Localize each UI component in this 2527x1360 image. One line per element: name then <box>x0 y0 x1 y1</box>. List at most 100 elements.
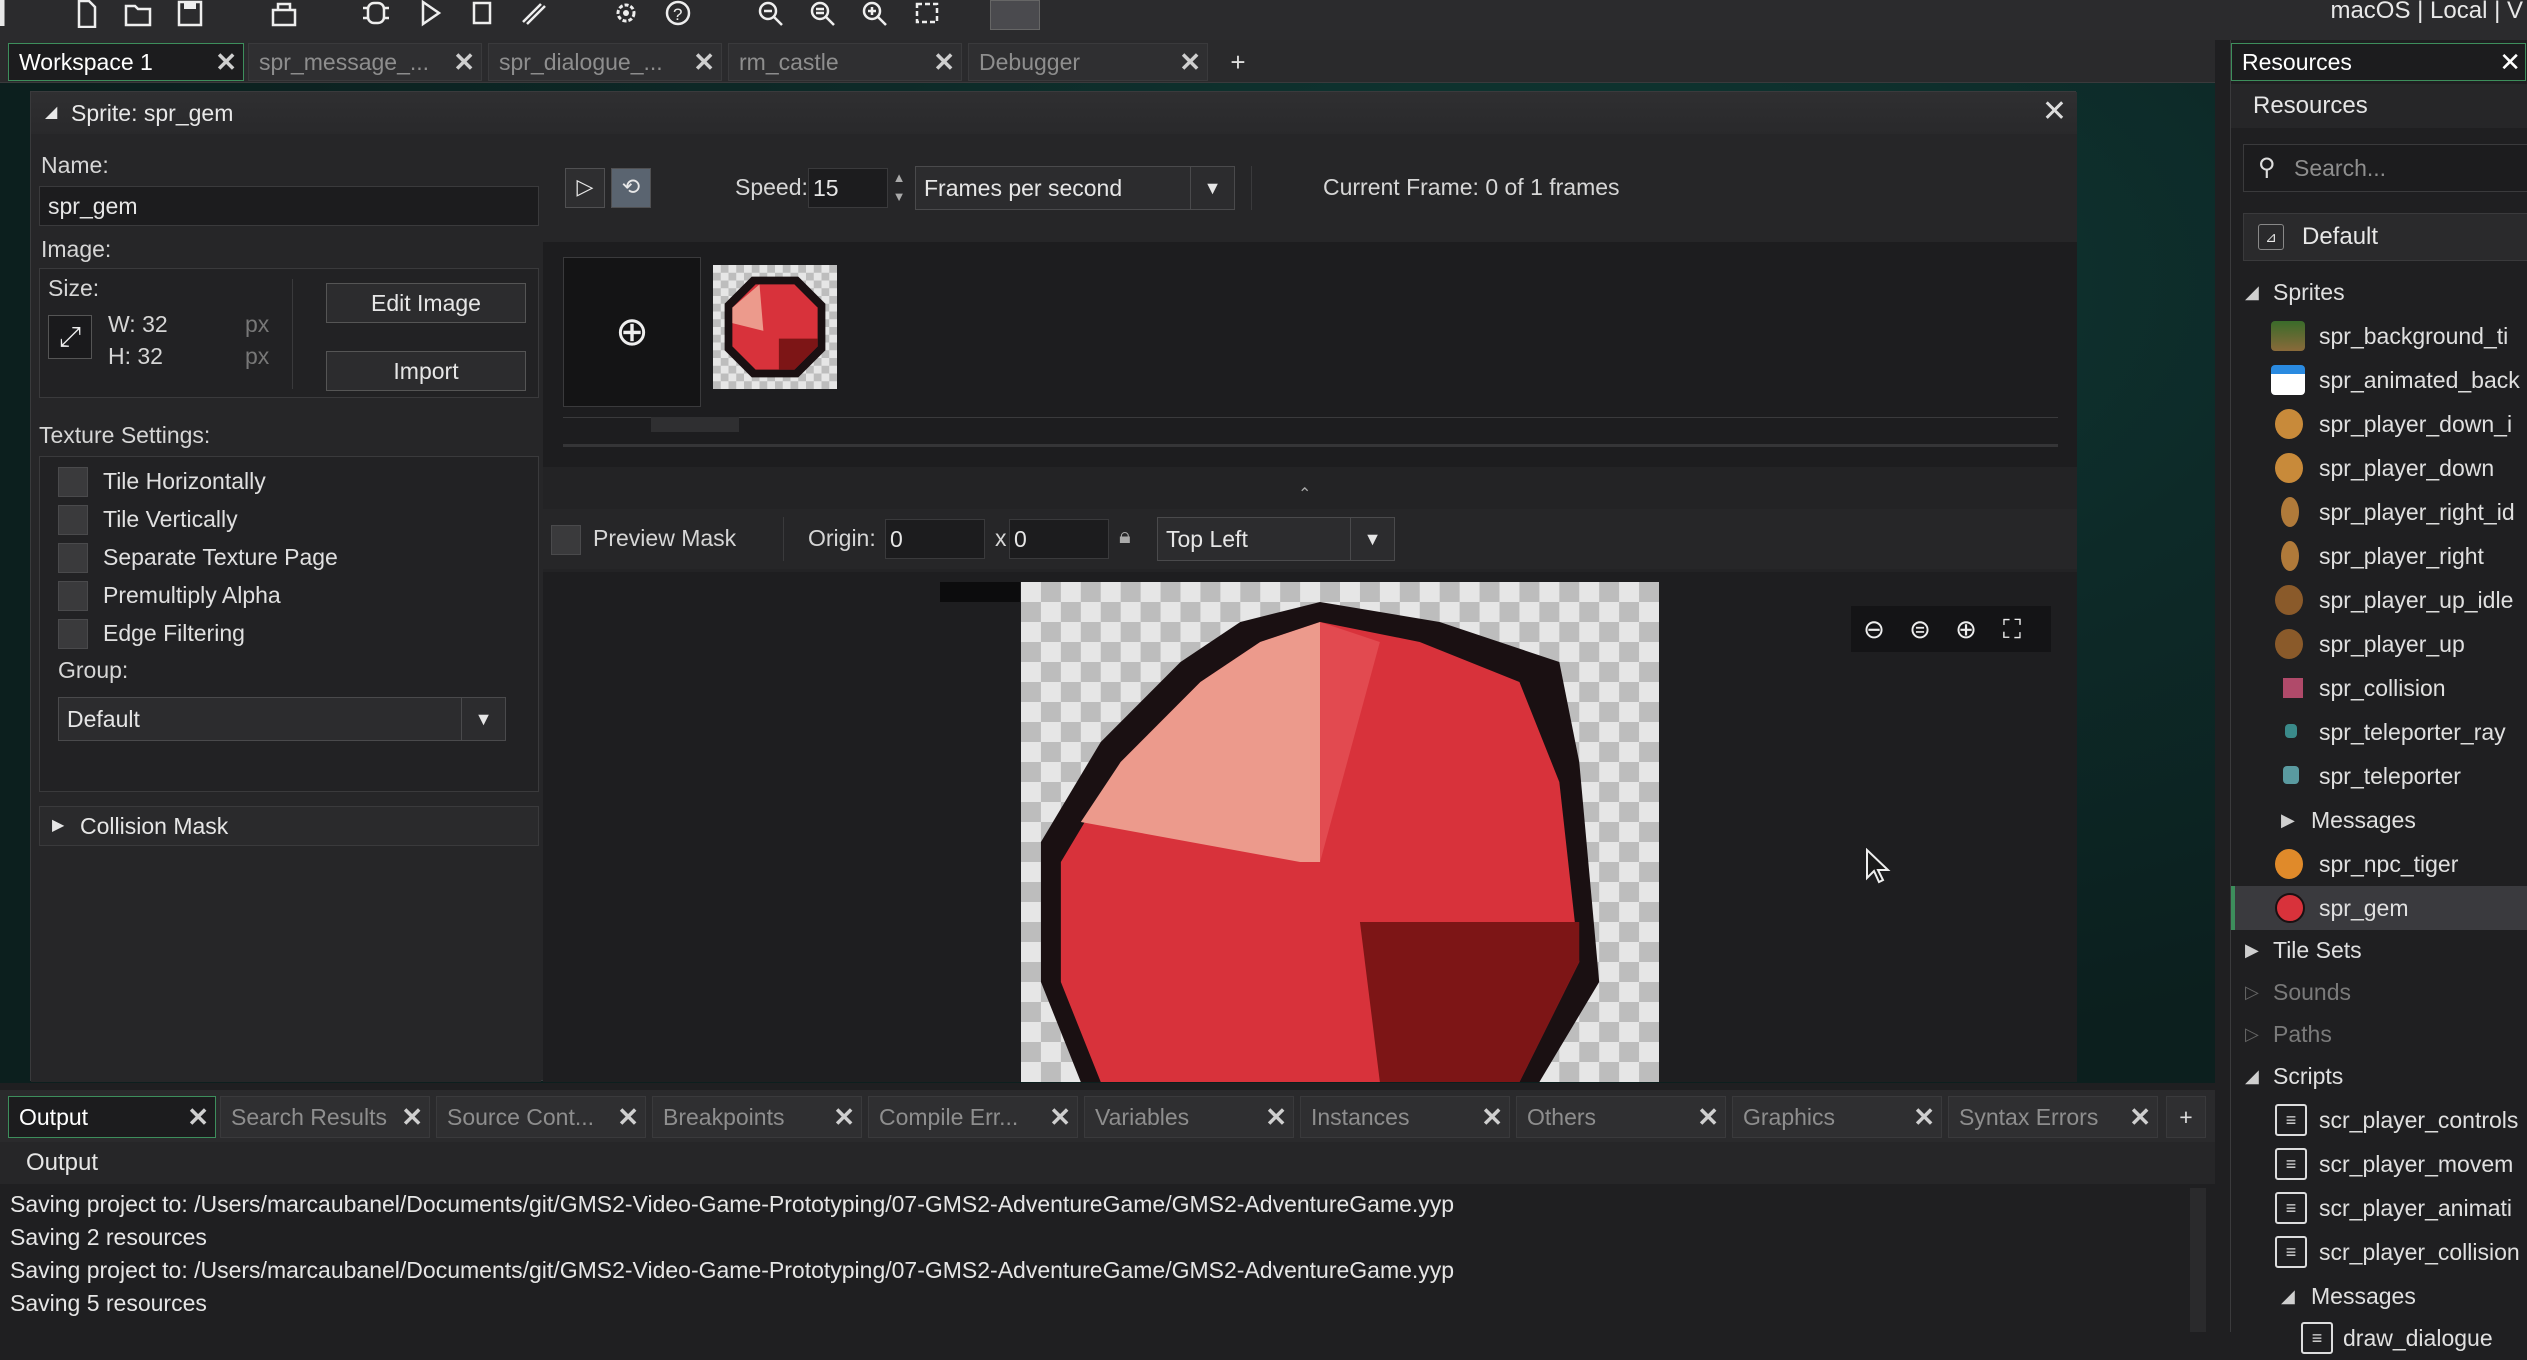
chevron-down-icon[interactable]: ▼ <box>1350 518 1394 560</box>
tab-debugger[interactable]: Debugger ✕ <box>968 43 1208 81</box>
close-icon[interactable]: ✕ <box>933 44 955 80</box>
tab-spr-message[interactable]: spr_message_... ✕ <box>248 43 482 81</box>
stop-icon[interactable] <box>466 0 498 28</box>
expand-arrow-icon[interactable]: ▶ <box>2281 798 2295 842</box>
tree-folder-messages[interactable]: ▶ Messages <box>2231 798 2527 842</box>
resources-search-input[interactable]: ⚲ Search... <box>2243 144 2527 192</box>
tab-syntax-errors[interactable]: Syntax Errors ✕ <box>1948 1096 2158 1138</box>
zoom-out-icon[interactable]: ⊖ <box>1851 606 1897 652</box>
tree-item-script[interactable]: ≡ scr_player_collision <box>2231 1230 2527 1274</box>
tree-item-sprite[interactable]: spr_player_right_id <box>2231 490 2527 534</box>
tree-item-sprite[interactable]: spr_animated_back <box>2231 358 2527 402</box>
sprite-name-input[interactable]: spr_gem <box>39 186 539 226</box>
speed-unit-select[interactable]: Frames per second ▼ <box>915 166 1235 210</box>
add-frame-button[interactable]: ⊕ <box>563 257 701 407</box>
save-project-icon[interactable] <box>174 0 206 28</box>
close-icon[interactable]: ✕ <box>833 1097 855 1137</box>
tab-compile-errors[interactable]: Compile Err... ✕ <box>868 1096 1078 1138</box>
collapse-icon[interactable]: ◢ <box>2245 270 2259 314</box>
close-icon[interactable]: ✕ <box>1179 44 1201 80</box>
menu-edge-icon[interactable]: ▎ <box>0 0 18 28</box>
output-scrollbar[interactable] <box>2190 1188 2206 1332</box>
tree-item-sprite[interactable]: spr_player_up_idle <box>2231 578 2527 622</box>
speed-input[interactable]: 15 <box>808 168 888 208</box>
timeline-scrollbar[interactable] <box>563 444 2058 447</box>
tab-search-results[interactable]: Search Results ✕ <box>220 1096 430 1138</box>
close-icon[interactable]: ✕ <box>453 44 475 80</box>
play-button[interactable]: ▷ <box>565 168 605 208</box>
tree-item-script[interactable]: ≡ scr_player_animati <box>2231 1186 2527 1230</box>
tree-item-script[interactable]: ≡ scr_player_movem <box>2231 1142 2527 1186</box>
origin-y-input[interactable]: 0 <box>1009 519 1109 559</box>
close-icon[interactable]: ✕ <box>187 1097 209 1137</box>
checkbox-box[interactable] <box>58 543 88 573</box>
group-select[interactable]: Default ▼ <box>58 697 506 741</box>
tab-resources[interactable]: Resources ✕ <box>2231 43 2526 81</box>
tab-breakpoints[interactable]: Breakpoints ✕ <box>652 1096 862 1138</box>
settings-icon[interactable] <box>610 0 642 28</box>
tree-group-tile-sets[interactable]: ▶ Tile Sets <box>2231 928 2527 972</box>
tree-item-script[interactable]: ≡ scr_player_controls <box>2231 1098 2527 1142</box>
tree-item-sprite[interactable]: spr_player_right <box>2231 534 2527 578</box>
checkbox-box[interactable] <box>58 467 88 497</box>
tree-group-paths[interactable]: ▷ Paths <box>2231 1012 2527 1056</box>
close-icon[interactable]: ✕ <box>215 44 237 80</box>
frame-thumbnail[interactable] <box>713 265 837 389</box>
monitor-icon[interactable] <box>990 0 1040 30</box>
tab-graphics[interactable]: Graphics ✕ <box>1732 1096 1942 1138</box>
tree-item-sprite[interactable]: spr_teleporter <box>2231 754 2527 798</box>
tab-rm-castle[interactable]: rm_castle ✕ <box>728 43 962 81</box>
zoom-in-icon[interactable] <box>859 0 891 28</box>
close-icon[interactable]: ✕ <box>1049 1097 1071 1137</box>
checkbox-box[interactable] <box>58 619 88 649</box>
expand-arrow-icon[interactable]: ▷ <box>2245 1012 2259 1056</box>
tree-folder-messages[interactable]: ◢ Messages <box>2231 1274 2527 1318</box>
tree-group-scripts[interactable]: ◢ Scripts <box>2231 1054 2527 1098</box>
zoom-out-icon[interactable] <box>755 0 787 28</box>
close-icon[interactable]: ✕ <box>617 1097 639 1137</box>
zoom-reset-icon[interactable]: ⊜ <box>1897 606 1943 652</box>
origin-preset-select[interactable]: Top Left ▼ <box>1157 517 1395 561</box>
import-button[interactable]: Import <box>326 351 526 391</box>
fit-window-icon[interactable] <box>911 0 943 28</box>
close-icon[interactable]: ✕ <box>1697 1097 1719 1137</box>
clean-icon[interactable] <box>518 0 550 28</box>
add-tab-button[interactable]: + <box>1218 48 1258 78</box>
tree-group-sprites[interactable]: ◢ Sprites <box>2231 270 2527 314</box>
tree-item-sprite[interactable]: spr_player_down_i <box>2231 402 2527 446</box>
preview-mask-checkbox[interactable] <box>551 525 581 555</box>
tree-item-sprite[interactable]: spr_player_down <box>2231 446 2527 490</box>
lock-icon[interactable]: 🔒︎ <box>1119 523 1147 555</box>
tree-item-script[interactable]: ≡ draw_dialogue <box>2231 1316 2527 1360</box>
add-tab-button[interactable]: + <box>2166 1096 2206 1138</box>
package-icon[interactable] <box>268 0 300 28</box>
close-icon[interactable]: ✕ <box>693 44 715 80</box>
tab-workspace-1[interactable]: Workspace 1 ✕ <box>8 43 244 81</box>
origin-x-input[interactable]: 0 <box>885 519 985 559</box>
loop-button[interactable]: ⟲ <box>611 168 651 208</box>
zoom-reset-icon[interactable] <box>807 0 839 28</box>
new-project-icon[interactable] <box>70 0 102 29</box>
help-icon[interactable]: ? <box>662 0 694 28</box>
tree-item-sprite[interactable]: spr_npc_tiger <box>2231 842 2527 886</box>
tree-item-sprite[interactable]: spr_teleporter_ray <box>2231 710 2527 754</box>
collapse-icon[interactable]: ◢ <box>2281 1274 2295 1318</box>
tab-instances[interactable]: Instances ✕ <box>1300 1096 1510 1138</box>
close-icon[interactable]: ✕ <box>2129 1097 2151 1137</box>
tree-item-sprite[interactable]: spr_background_ti <box>2231 314 2527 358</box>
checkbox-box[interactable] <box>58 505 88 535</box>
close-icon[interactable]: ✕ <box>1481 1097 1503 1137</box>
collision-mask-section[interactable]: ▶ Collision Mask <box>39 806 539 846</box>
close-icon[interactable]: ✕ <box>1913 1097 1935 1137</box>
tree-item-sprite-selected[interactable]: spr_gem <box>2231 886 2527 930</box>
tab-others[interactable]: Others ✕ <box>1516 1096 1726 1138</box>
resize-icon[interactable]: ⤢ <box>48 315 92 359</box>
sprite-canvas[interactable]: ⊖ ⊜ ⊕ ⛶ <box>543 572 2077 1082</box>
target-platform[interactable]: macOS | Local | V <box>2330 0 2527 23</box>
frame-timeline[interactable] <box>563 417 2058 457</box>
fullscreen-icon[interactable]: ⛶ <box>1989 606 2035 652</box>
checkbox-box[interactable] <box>58 581 88 611</box>
chevron-down-icon[interactable]: ▼ <box>461 698 505 740</box>
resource-view-select[interactable]: ⊿ Default <box>2243 213 2527 261</box>
edit-image-button[interactable]: Edit Image <box>326 283 526 323</box>
